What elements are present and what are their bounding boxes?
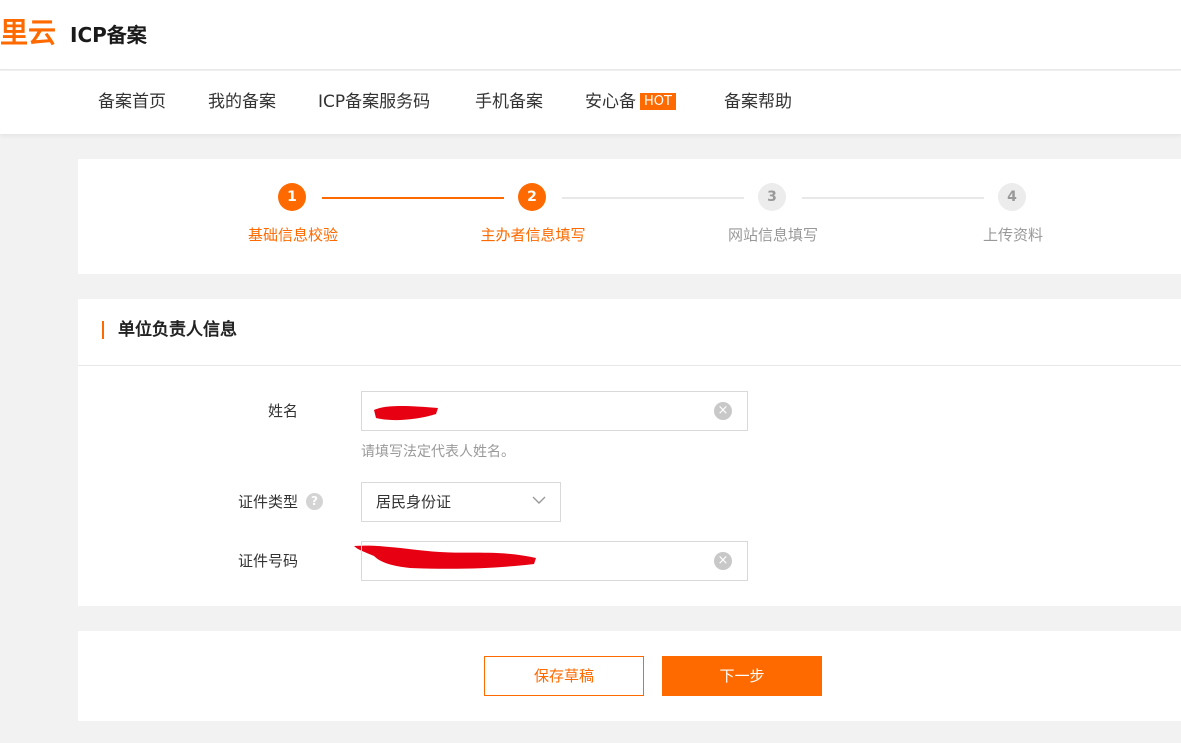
section-accent-bar — [102, 321, 104, 339]
name-hint: 请填写法定代表人姓名。 — [361, 444, 515, 460]
step-2-label: 主办者信息填写 — [480, 226, 586, 244]
nav-item-help[interactable]: 备案帮助 — [724, 91, 792, 113]
redaction-mark — [374, 406, 438, 421]
nav-label: 手机备案 — [475, 92, 543, 112]
id-type-select[interactable]: 居民身份证 — [361, 482, 561, 522]
id-type-label: 证件类型 — [237, 493, 298, 511]
step-connector-todo — [562, 197, 744, 199]
nav-label: 我的备案 — [208, 92, 276, 112]
id-number-input[interactable]: × — [361, 541, 748, 581]
nav-item-home[interactable]: 备案首页 — [98, 91, 166, 113]
step-1-label: 基础信息校验 — [247, 226, 338, 244]
nav-item-service-code[interactable]: ICP备案服务码 — [318, 91, 430, 113]
nav-item-mobile-filing[interactable]: 手机备案 — [475, 91, 543, 113]
clear-circle-icon[interactable]: × — [714, 552, 732, 570]
id-type-value: 居民身份证 — [376, 493, 452, 511]
top-bar: 里云 ICP备案 — [0, 0, 1181, 70]
step-connector-todo — [802, 197, 984, 199]
nav-label: ICP备案服务码 — [318, 92, 431, 112]
step-connector-done — [322, 197, 504, 199]
id-number-label: 证件号码 — [237, 552, 298, 570]
save-draft-button[interactable]: 保存草稿 — [484, 656, 644, 696]
section-title: 单位负责人信息 — [118, 320, 237, 340]
nav-label: 安心备 — [585, 92, 636, 112]
name-input[interactable]: × — [361, 391, 748, 431]
clear-circle-icon[interactable]: × — [714, 402, 732, 420]
step-1-circle: 1 — [278, 183, 306, 211]
name-label: 姓名 — [267, 402, 298, 420]
progress-steps-card — [78, 159, 1181, 274]
chevron-down-icon — [532, 496, 546, 504]
app-title: ICP备案 — [70, 23, 147, 47]
section-divider — [78, 365, 1181, 366]
nav-label: 备案首页 — [98, 92, 166, 112]
aliyun-logo[interactable]: 里云 — [0, 16, 56, 50]
step-4-circle: 4 — [998, 183, 1026, 211]
question-circle-icon[interactable]: ? — [306, 493, 323, 510]
step-2-circle: 2 — [518, 183, 546, 211]
nav-label: 备案帮助 — [724, 92, 792, 112]
step-3-circle: 3 — [758, 183, 786, 211]
step-3-label: 网站信息填写 — [727, 226, 818, 244]
step-4-label: 上传资料 — [982, 226, 1043, 244]
main-nav: 备案首页 我的备案 ICP备案服务码 手机备案 安心备 HOT 备案帮助 — [0, 71, 1181, 134]
nav-item-anxinbei[interactable]: 安心备 HOT — [585, 91, 676, 113]
hot-badge: HOT — [640, 93, 676, 110]
next-step-button[interactable]: 下一步 — [662, 656, 822, 696]
nav-item-my-filings[interactable]: 我的备案 — [208, 91, 276, 113]
